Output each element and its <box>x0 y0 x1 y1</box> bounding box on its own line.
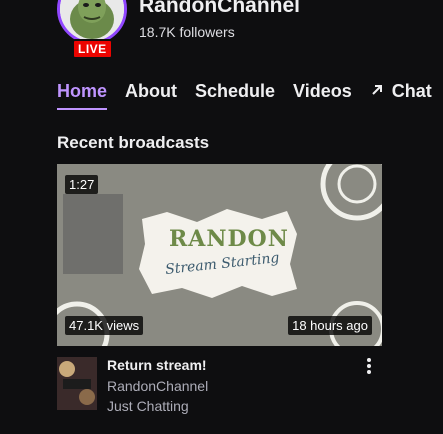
category-box-art[interactable] <box>57 357 97 410</box>
broadcast-category-link[interactable]: Just Chatting <box>107 398 189 414</box>
tab-home[interactable]: Home <box>57 81 108 110</box>
live-badge: LIVE <box>72 39 113 59</box>
broadcast-thumbnail[interactable]: RANDON Stream Starting 1:27 47.1K views … <box>57 164 382 346</box>
tab-about[interactable]: About <box>125 81 177 110</box>
channel-avatar-wrapper[interactable]: LIVE <box>57 0 129 59</box>
tab-schedule[interactable]: Schedule <box>195 81 275 110</box>
thumbnail-logo: RANDON <box>169 226 289 252</box>
view-count-badge: 47.1K views <box>65 316 144 335</box>
tab-chat[interactable]: Chat <box>370 81 432 110</box>
broadcast-channel-link[interactable]: RandonChannel <box>107 378 208 394</box>
follower-count: 18.7K followers <box>139 24 235 40</box>
channel-tabs: Home About Schedule Videos Chat <box>57 81 443 110</box>
broadcast-title[interactable]: Return stream! <box>107 357 207 373</box>
avatar[interactable] <box>57 0 127 44</box>
arrow-up-right-icon <box>370 81 384 102</box>
duration-badge: 1:27 <box>65 175 99 194</box>
tab-videos[interactable]: Videos <box>293 81 352 110</box>
time-ago-badge: 18 hours ago <box>288 316 372 335</box>
channel-name[interactable]: RandonChannel <box>139 0 300 18</box>
tab-chat-label: Chat <box>391 81 432 101</box>
more-options-icon[interactable] <box>360 357 378 377</box>
section-title: Recent broadcasts <box>57 133 210 152</box>
